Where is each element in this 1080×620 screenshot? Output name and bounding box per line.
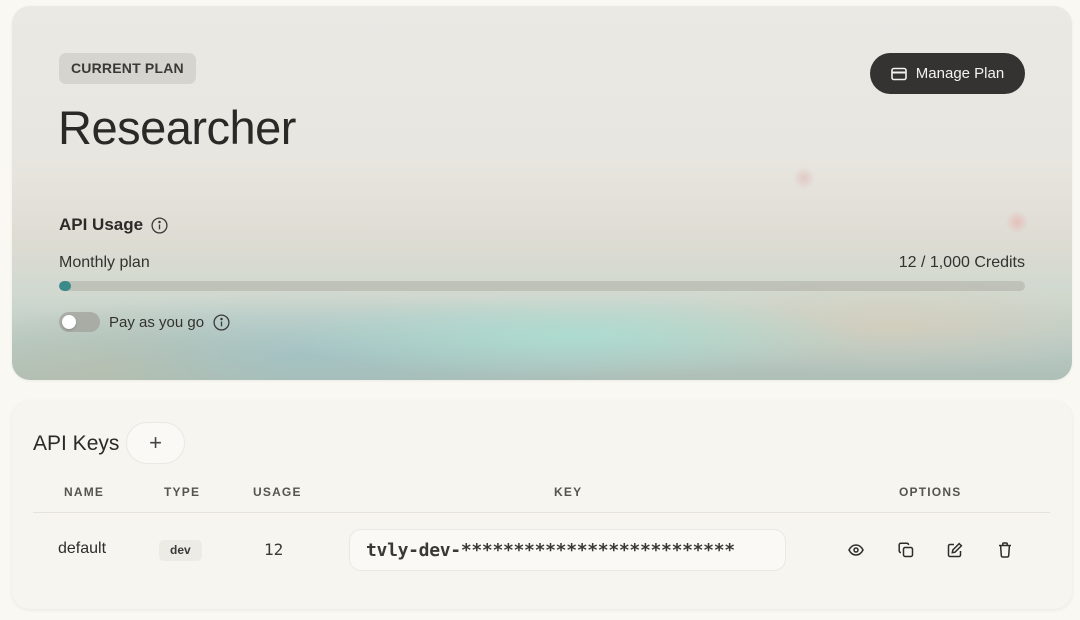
api-keys-card: API Keys + NAME TYPE USAGE KEY OPTIONS d…	[12, 401, 1072, 609]
api-key-value: tvly-dev-**************************	[366, 539, 735, 561]
pay-as-you-go-label: Pay as you go	[109, 313, 205, 331]
manage-plan-button[interactable]: Manage Plan	[870, 53, 1025, 94]
usage-progress-bar	[59, 281, 1025, 291]
trash-icon[interactable]	[995, 540, 1015, 560]
info-icon[interactable]	[213, 313, 230, 331]
add-api-key-button[interactable]: +	[126, 422, 185, 464]
column-header-options: OPTIONS	[899, 485, 962, 499]
toggle-knob	[62, 315, 76, 329]
monthly-plan-label: Monthly plan	[59, 254, 150, 271]
credits-count: 12 / 1,000 Credits	[898, 254, 1025, 271]
api-keys-title: API Keys	[33, 432, 120, 455]
current-plan-card: CURRENT PLAN Researcher Manage Plan API …	[12, 6, 1072, 380]
usage-progress-fill	[59, 281, 71, 291]
column-header-key: KEY	[554, 485, 583, 499]
pay-as-you-go-row: Pay as you go	[59, 312, 230, 332]
key-usage: 12	[264, 540, 284, 559]
eye-icon[interactable]	[846, 540, 866, 560]
api-usage-heading: API Usage	[59, 215, 168, 235]
column-header-usage: USAGE	[253, 485, 302, 499]
manage-plan-label: Manage Plan	[915, 65, 1005, 82]
edit-icon[interactable]	[945, 540, 965, 560]
pay-as-you-go-toggle[interactable]	[59, 312, 100, 332]
credit-card-icon	[890, 67, 907, 81]
column-header-name: NAME	[64, 485, 105, 499]
table-divider	[33, 512, 1050, 513]
info-icon[interactable]	[151, 216, 168, 234]
api-key-field[interactable]: tvly-dev-**************************	[349, 529, 786, 571]
key-type-badge: dev	[159, 540, 202, 561]
current-plan-badge: CURRENT PLAN	[59, 53, 196, 84]
plan-name: Researcher	[58, 101, 296, 154]
key-name: default	[58, 540, 107, 557]
api-usage-title: API Usage	[59, 215, 144, 234]
copy-icon[interactable]	[896, 540, 916, 560]
column-header-type: TYPE	[164, 485, 201, 499]
